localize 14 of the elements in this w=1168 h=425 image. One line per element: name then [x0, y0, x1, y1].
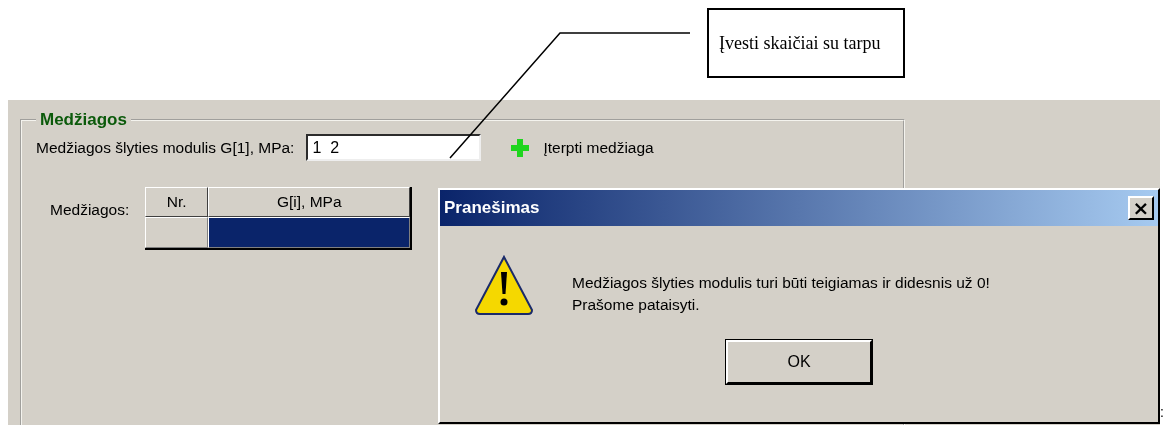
column-header[interactable]: G[i], MPa [208, 187, 411, 217]
field-label: Medžiagos šlyties modulis G[1], MPa: [36, 138, 295, 157]
ok-button[interactable]: OK [726, 340, 872, 384]
column-header[interactable]: Nr. [145, 187, 209, 217]
message-text: Prašome pataisyti. [572, 296, 701, 314]
close-button[interactable]: × [1128, 196, 1154, 220]
callout-note: Įvesti skaičiai su tarpu [707, 8, 905, 78]
punctuation-mark: : [1160, 404, 1164, 420]
group-title: Medžiagos [39, 110, 128, 130]
message-text: Medžiagos šlyties modulis turi būti teigiamas ir didesnis už 0! [572, 274, 990, 292]
insert-button[interactable]: Įterpti medžiaga [511, 138, 654, 157]
input-field[interactable]: 1 2 [306, 134, 482, 161]
table-label: Medžiagos: [50, 201, 130, 219]
dialog-title: Pranešimas [444, 198, 540, 218]
